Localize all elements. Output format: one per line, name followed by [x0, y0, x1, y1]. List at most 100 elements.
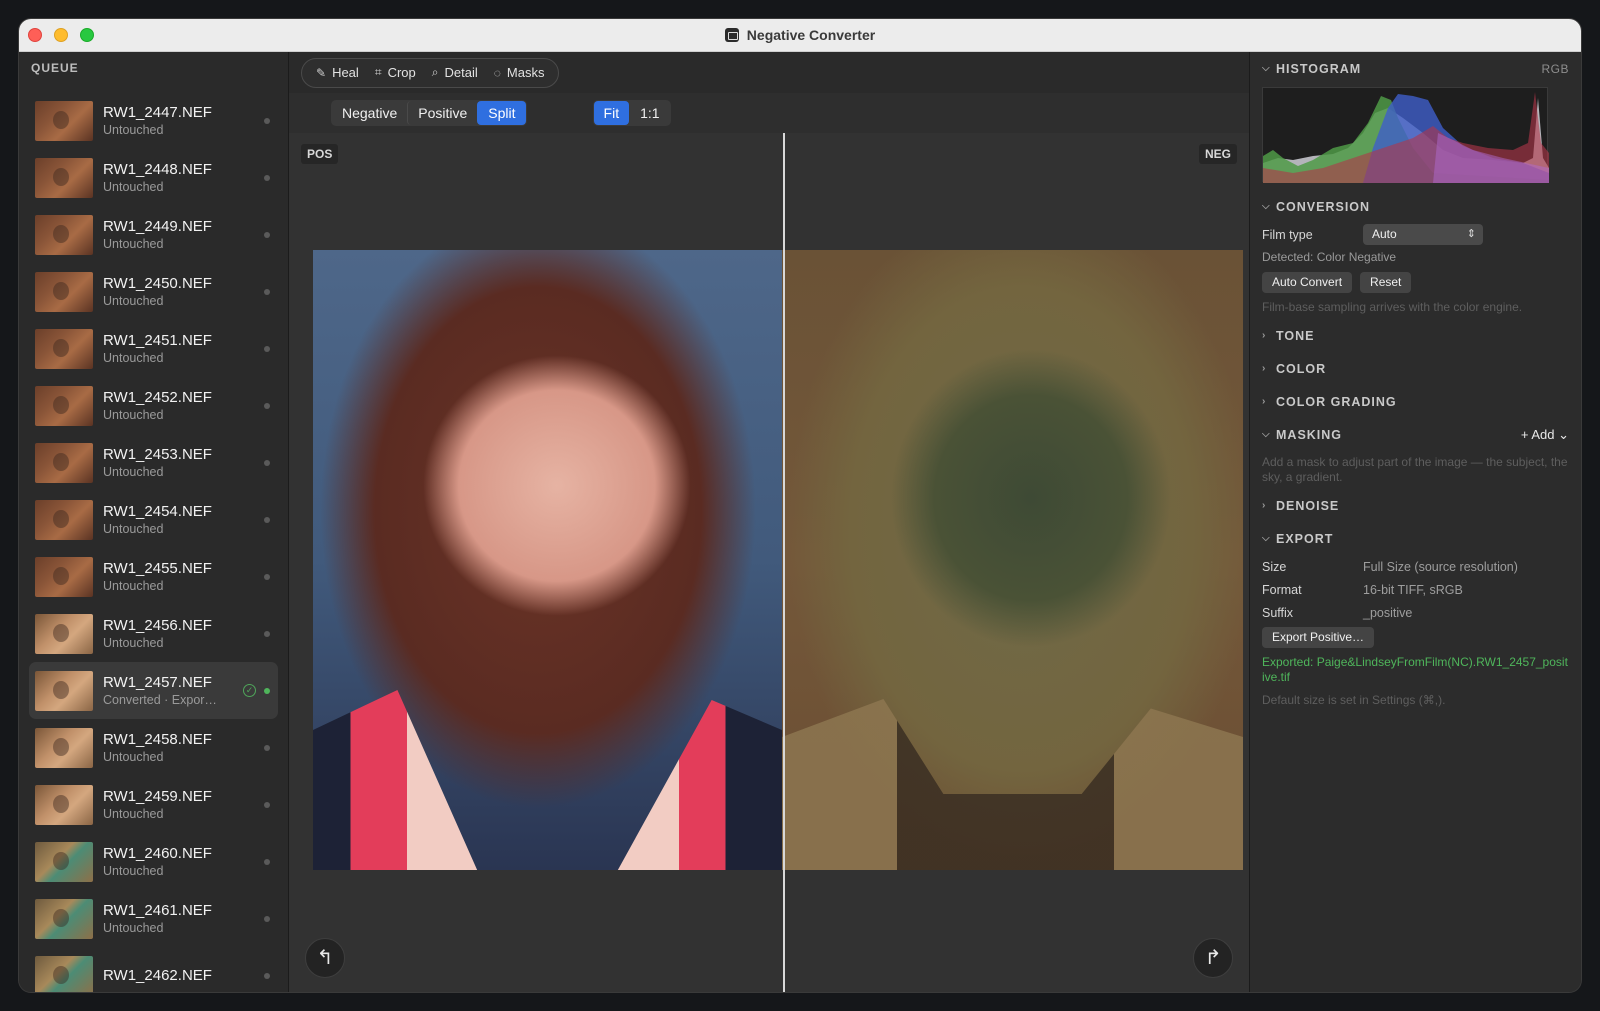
queue-item[interactable]: RW1_2461.NEF Untouched: [29, 890, 278, 947]
auto-convert-button[interactable]: Auto Convert: [1262, 272, 1353, 293]
zoom-fit-segment[interactable]: Fit: [593, 101, 630, 125]
minimize-window-button[interactable]: [54, 28, 68, 42]
queue-item-status: Untouched: [103, 635, 164, 650]
queue-item-name: RW1_2460.NEF: [103, 844, 212, 862]
detected-film-text: Detected: Color Negative: [1262, 250, 1397, 264]
crop-icon: ⌗: [374, 65, 382, 79]
exported-path-text: Exported: Paige&LindseyFromFilm(NC).RW1_…: [1262, 655, 1568, 684]
queue-item[interactable]: RW1_2451.NEF Untouched: [29, 320, 278, 377]
tool-masks-button[interactable]: ◌ Masks: [486, 59, 553, 87]
queue-item[interactable]: RW1_2450.NEF Untouched: [29, 263, 278, 320]
conversion-section-header[interactable]: ⌵ CONVERSION: [1262, 190, 1569, 223]
add-mask-label: Add: [1531, 426, 1555, 442]
export-size-row: Size Full Size (source resolution): [1262, 555, 1569, 578]
queue-item[interactable]: RW1_2453.NEF Untouched: [29, 434, 278, 491]
export-format-row: Format 16-bit TIFF, sRGB: [1262, 578, 1569, 601]
tool-heal-button[interactable]: ✎ Heal: [308, 59, 367, 87]
film-type-select[interactable]: Auto: [1363, 224, 1483, 245]
rotate-left-button[interactable]: ↰: [305, 938, 345, 978]
tool-crop-button[interactable]: ⌗ Crop: [367, 59, 424, 87]
color-grading-section-header[interactable]: › COLOR GRADING: [1262, 385, 1569, 418]
view-mode-negative-segment[interactable]: Negative: [332, 101, 407, 125]
queue-item[interactable]: RW1_2448.NEF Untouched: [29, 149, 278, 206]
status-dot-icon: [264, 745, 270, 751]
rotate-left-icon: ↰: [316, 947, 334, 969]
queue-item-text: RW1_2455.NEF Untouched: [103, 560, 278, 594]
queue-thumbnail: [35, 784, 93, 825]
chevron-down-icon: ⌵: [1262, 429, 1270, 440]
queue-item[interactable]: RW1_2452.NEF Untouched: [29, 377, 278, 434]
color-section-header[interactable]: › COLOR: [1262, 352, 1569, 385]
histogram-chart: [1262, 87, 1549, 183]
queue-item[interactable]: RW1_2455.NEF Untouched: [29, 548, 278, 605]
split-divider-handle[interactable]: [783, 133, 785, 992]
queue-item[interactable]: RW1_2459.NEF Untouched: [29, 776, 278, 833]
queue-item-name: RW1_2455.NEF: [103, 559, 212, 577]
color-title: COLOR: [1276, 361, 1327, 376]
zoom-segmented-control: Fit 1:1: [592, 100, 671, 126]
masking-section-header[interactable]: ⌵ MASKING + Add ⌄: [1262, 418, 1569, 451]
tool-detail-button[interactable]: ⌕ Detail: [424, 59, 486, 87]
reset-button[interactable]: Reset: [1360, 272, 1412, 293]
zoom-window-button[interactable]: [80, 28, 94, 42]
queue-item-name: RW1_2447.NEF: [103, 103, 212, 121]
export-positive-button[interactable]: Export Positive…: [1262, 627, 1375, 648]
rotate-right-button[interactable]: ↱: [1193, 938, 1233, 978]
rotate-right-icon: ↱: [1204, 947, 1222, 969]
export-section-header[interactable]: ⌵ EXPORT: [1262, 522, 1569, 555]
queue-item[interactable]: RW1_2458.NEF Untouched: [29, 719, 278, 776]
queue-item-status: Untouched: [103, 407, 164, 422]
export-format-value[interactable]: 16-bit TIFF, sRGB: [1363, 583, 1463, 597]
positive-image-detail: [313, 690, 782, 870]
queue-thumbnail: [35, 613, 93, 654]
film-type-row: Film type Auto: [1262, 223, 1569, 246]
export-size-value[interactable]: Full Size (source resolution): [1363, 560, 1518, 574]
queue-item-text: RW1_2460.NEF Untouched: [103, 845, 278, 879]
film-type-label: Film type: [1262, 227, 1313, 242]
queue-item-name: RW1_2458.NEF: [103, 730, 212, 748]
queue-item[interactable]: RW1_2460.NEF Untouched: [29, 833, 278, 890]
histogram-section-header[interactable]: ⌵ HISTOGRAM RGB: [1262, 52, 1569, 85]
plus-icon: +: [1520, 426, 1529, 442]
queue-item[interactable]: RW1_2457.NEF Converted · Expor… ✓: [29, 662, 278, 719]
export-buttons: Export Positive…: [1262, 624, 1569, 651]
queue-item[interactable]: RW1_2454.NEF Untouched: [29, 491, 278, 548]
view-mode-positive-segment[interactable]: Positive: [407, 101, 477, 125]
status-dot-icon: [264, 631, 270, 637]
image-viewer[interactable]: POS NEG ↰ ↱: [289, 133, 1249, 992]
status-dot-icon: [264, 118, 270, 124]
queue-item-status: Untouched: [103, 749, 164, 764]
export-suffix-value[interactable]: _positive: [1363, 606, 1412, 620]
queue-item-name: RW1_2461.NEF: [103, 901, 212, 919]
histogram-mode[interactable]: RGB: [1541, 62, 1569, 76]
queue-item[interactable]: RW1_2449.NEF Untouched: [29, 206, 278, 263]
queue-item-status: Untouched: [103, 464, 164, 479]
window-controls: [28, 28, 94, 42]
queue-item[interactable]: RW1_2447.NEF Untouched: [29, 92, 278, 149]
denoise-section-header[interactable]: › DENOISE: [1262, 489, 1569, 522]
queue-thumbnail: [35, 898, 93, 939]
checkmark-circle-icon: ✓: [243, 684, 256, 697]
queue-item[interactable]: RW1_2462.NEF: [29, 947, 278, 992]
queue-item-name: RW1_2448.NEF: [103, 160, 212, 178]
chevron-right-icon: ›: [1262, 330, 1266, 341]
close-window-button[interactable]: [28, 28, 42, 42]
tone-section-header[interactable]: › TONE: [1262, 319, 1569, 352]
histogram-title: HISTOGRAM: [1276, 61, 1362, 76]
queue-item-name: RW1_2456.NEF: [103, 616, 212, 634]
queue-item-status: Untouched: [103, 920, 164, 935]
add-mask-button[interactable]: + Add ⌄: [1521, 427, 1569, 443]
chevron-down-icon: ⌵: [1262, 63, 1270, 74]
view-mode-split-segment[interactable]: Split: [477, 101, 526, 125]
adjustments-panel: ⌵ HISTOGRAM RGB ⌵ CONVERSION Film type A…: [1249, 52, 1581, 992]
queue-thumbnail: [35, 385, 93, 426]
queue-item[interactable]: RW1_2456.NEF Untouched: [29, 605, 278, 662]
queue-item-name: RW1_2449.NEF: [103, 217, 212, 235]
status-dot-icon: [264, 232, 270, 238]
queue-thumbnail: [35, 556, 93, 597]
chevron-down-icon: ⌵: [1262, 533, 1270, 544]
photo-split-view: [313, 250, 1243, 870]
status-dot-icon: [264, 574, 270, 580]
bandage-icon: ✎: [316, 65, 327, 80]
zoom-1-1-segment[interactable]: 1:1: [629, 101, 669, 125]
